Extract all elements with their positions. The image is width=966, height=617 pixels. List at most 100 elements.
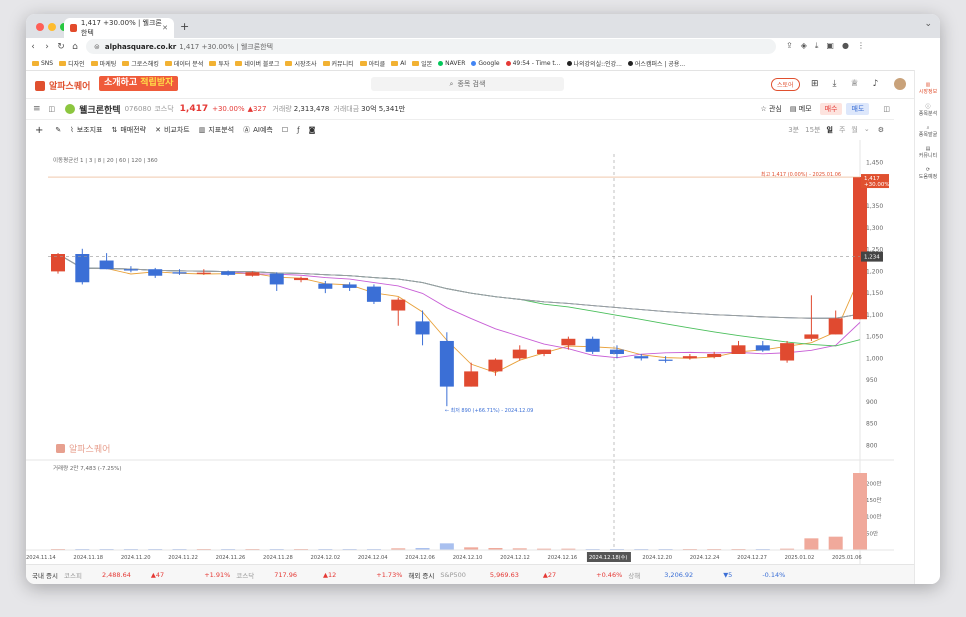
add-icon[interactable]: +	[35, 125, 43, 136]
bookmark-item[interactable]: NAVER	[438, 60, 465, 67]
pen-icon[interactable]: ✎	[55, 126, 61, 134]
candle-body	[391, 299, 406, 311]
ai-button[interactable]: Ⓐ AI예측	[243, 125, 273, 135]
bookmark-item[interactable]: 네이버 블로그	[235, 59, 279, 68]
bell-icon[interactable]: ♪	[873, 79, 879, 89]
compare-button[interactable]: ✕ 비교차트	[155, 125, 190, 135]
bookmark-item[interactable]: 일본	[412, 59, 432, 68]
site-logo[interactable]: 알파스퀘어	[35, 79, 90, 92]
candle-body	[294, 277, 309, 281]
browser-tab[interactable]: 1,417 +30.00% | 웰크론한텍 ✕	[64, 18, 174, 38]
download-app-icon[interactable]: ⤓	[833, 79, 837, 89]
function-icon[interactable]: ƒ	[297, 126, 299, 134]
price-tick-label: 1,100	[866, 312, 883, 319]
profile-icon[interactable]: ●	[842, 41, 849, 51]
reload-icon[interactable]: ↻	[54, 42, 68, 52]
square-icon[interactable]: ☐	[282, 126, 288, 134]
trophy-icon[interactable]: ♕	[851, 79, 859, 89]
period-month[interactable]: 월	[851, 125, 857, 135]
new-tab-icon[interactable]: +	[180, 20, 189, 33]
layout-icon[interactable]: ◫	[883, 105, 890, 113]
sidebar-item-discovery[interactable]: ⌕ 종목발굴	[915, 125, 940, 138]
url-rest: 1,417 +30.00% | 웰크론한텍	[179, 42, 274, 51]
ma-legend: 이동평균선 1 | 3 | 8 | 20 | 60 | 120 | 360	[53, 156, 158, 164]
tab-search-icon[interactable]: ⌄	[924, 19, 932, 29]
minimize-window-button[interactable]	[48, 23, 56, 31]
interest-button[interactable]: ☆ 관심	[760, 104, 781, 114]
bookmark-item[interactable]: AI	[391, 60, 406, 67]
bookmark-item[interactable]: 그로스해킹	[122, 59, 159, 68]
settings-icon[interactable]: ⚙	[878, 126, 884, 134]
store-button[interactable]: 스토어	[771, 78, 800, 91]
avatar[interactable]	[894, 78, 906, 90]
bookmark-item[interactable]: 디자인	[59, 59, 85, 68]
sidebar-item-stock-analysis[interactable]: ⓘ 종목분석	[915, 103, 940, 117]
bookmark-item[interactable]: SNS	[32, 60, 53, 67]
portfolio-icon[interactable]: ⊞	[811, 79, 819, 89]
indicators-button[interactable]: ⌇ 보조지표	[70, 125, 102, 135]
price-chart[interactable]: 1,4501,4001,3501,3001,2501,2001,1501,100…	[26, 140, 894, 564]
panel-icon[interactable]: ◫	[49, 105, 56, 113]
sh-pct: -0.14%	[762, 571, 786, 579]
analysis-button[interactable]: ▥ 지표분석	[199, 125, 234, 135]
price-tick-label: 800	[866, 442, 878, 449]
download-icon[interactable]: ⤓	[815, 41, 819, 51]
back-icon[interactable]: ‹	[26, 42, 40, 52]
sidebar-item-community[interactable]: ▤ 커뮤니티	[915, 146, 940, 159]
stock-search-input[interactable]: ⌕ 종목 검색	[371, 77, 564, 91]
bookmark-item[interactable]: 시장조사	[285, 59, 317, 68]
period-week[interactable]: 주	[839, 125, 845, 135]
candle-body	[731, 345, 746, 354]
sh-value: 3,206.92	[664, 571, 694, 579]
url-field[interactable]: ⊜ alphasquare.co.kr 1,417 +30.00% | 웰크론한…	[86, 39, 776, 54]
x-tick-label: 2024.12.12	[500, 555, 530, 561]
bookmark-item[interactable]: 커뮤니티	[322, 59, 354, 68]
x-tick-label: 2024.11.26	[216, 555, 246, 561]
bookmark-item[interactable]: 데이터 분석	[164, 59, 203, 68]
x-tick-label: 2024.11.20	[121, 555, 151, 561]
forward-icon[interactable]: ›	[40, 42, 54, 52]
sidebar-item-market-info[interactable]: ▥ 시장정보	[915, 82, 940, 95]
bookmark-item[interactable]: 아티클	[359, 59, 385, 68]
volume-legend: 거래량 2만 7,483 (-7.25%)	[53, 464, 121, 472]
stock-name[interactable]: 웰크론한텍	[79, 103, 120, 116]
folder-icon	[391, 60, 399, 66]
sidebar-item-help[interactable]: ⟳ 도움예정	[915, 167, 940, 180]
candle-body	[196, 272, 211, 274]
share-icon[interactable]: ⇪	[786, 41, 793, 51]
candle-body	[269, 273, 284, 285]
candle-body	[585, 338, 600, 352]
menu-icon[interactable]: ⋮	[857, 41, 865, 51]
bookmark-item[interactable]: Google	[471, 60, 500, 67]
folder-icon	[164, 60, 172, 66]
strategy-button[interactable]: ⇅ 매매전략	[111, 125, 146, 135]
x-tick-label: 2024.11.28	[263, 555, 293, 561]
bookmark-item[interactable]: 투자	[209, 59, 229, 68]
period-3min[interactable]: 3분	[788, 125, 799, 135]
camera-icon[interactable]: ◙	[309, 126, 316, 134]
sp-change: ▲27	[542, 571, 557, 579]
close-tab-icon[interactable]: ✕	[162, 24, 168, 32]
sell-button[interactable]: 매도	[846, 103, 870, 115]
menu-icon[interactable]: ≡	[33, 104, 41, 114]
extension-icon[interactable]: ◈	[801, 41, 807, 51]
bookmark-item[interactable]: 나의강의실::인강...	[566, 59, 622, 68]
price-tick-label: 950	[866, 377, 878, 384]
x-tick-label: 2025.01.02	[785, 555, 815, 561]
home-icon[interactable]: ⌂	[68, 42, 82, 52]
site-info-icon[interactable]: ⊜	[94, 43, 100, 51]
ai-icon: Ⓐ	[243, 126, 251, 134]
period-15min[interactable]: 15분	[805, 125, 820, 135]
sidebar-toggle-icon[interactable]: ▣	[826, 41, 834, 51]
candle-body	[488, 359, 503, 372]
site-header: 알파스퀘어 소개하고 적립받자 ⌕ 종목 검색 스토어 ⊞ ⤓ ♕ ♪	[26, 71, 914, 99]
chevron-down-icon[interactable]: ⌄	[864, 125, 870, 135]
bookmark-item[interactable]: 마케팅	[90, 59, 116, 68]
close-window-button[interactable]	[36, 23, 44, 31]
period-day[interactable]: 일	[826, 125, 832, 135]
buy-button[interactable]: 매수	[819, 103, 843, 115]
memo-button[interactable]: ▤ 메모	[790, 104, 812, 114]
promo-banner[interactable]: 소개하고 적립받자	[99, 76, 179, 91]
bookmark-item[interactable]: 어스캠퍼스 | 공용...	[627, 59, 685, 68]
bookmark-item[interactable]: 49:54 - Time t...	[505, 60, 561, 67]
